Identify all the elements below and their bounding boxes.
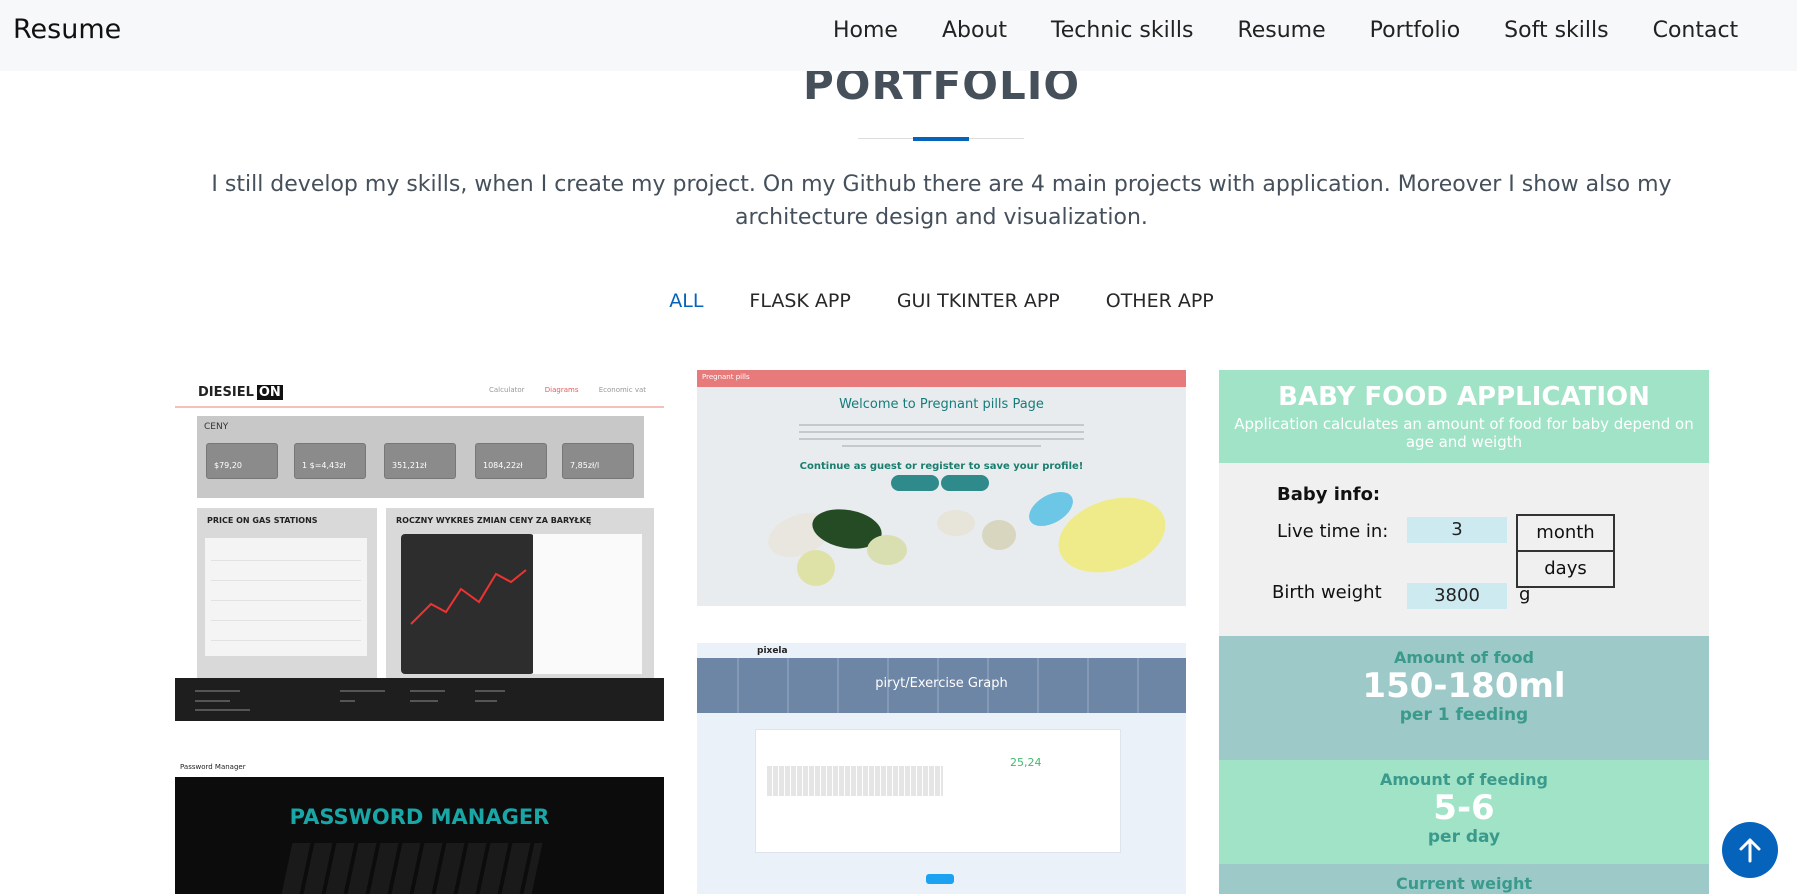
baby-food-heading: Amount of food	[1394, 648, 1534, 667]
diesel-nav-diagrams: Diagrams	[544, 386, 579, 394]
section-description: I still develop my skills, when I create…	[211, 172, 1672, 230]
pixela-logo: pixela	[757, 646, 788, 656]
baby-birth-weight-value: 3800	[1407, 583, 1507, 609]
baby-live-time-label: Live time in:	[1277, 521, 1389, 542]
baby-header: BABY FOOD APPLICATION Application calcul…	[1219, 370, 1709, 463]
pill-image	[937, 510, 975, 536]
password-manager-title: PASSWORD MANAGER	[289, 805, 550, 829]
baby-birth-weight-label: Birth weight	[1272, 582, 1382, 603]
nav-link-about[interactable]: About	[942, 18, 1007, 43]
diesel-gas-stations-panel: PRICE ON GAS STATIONS	[197, 508, 377, 678]
pregnant-guest-button	[891, 475, 939, 491]
baby-food-amount: Amount of food 150-180ml per 1 feeding	[1219, 636, 1709, 760]
diesel-graph-line	[410, 569, 527, 625]
baby-unit-days: days	[1516, 550, 1615, 588]
nav-link-home[interactable]: Home	[833, 18, 898, 43]
diesel-nav-calculator: Calculator	[488, 386, 525, 394]
nav-link-contact[interactable]: Contact	[1653, 18, 1739, 43]
baby-current-weight: Current weight	[1219, 864, 1709, 894]
diesel-nav: Calculator Diagrams Economic vat	[471, 386, 646, 394]
pill-image	[982, 520, 1016, 550]
diesel-price-tile: 1 $=4,43zł	[294, 443, 366, 479]
baby-feeding-value: 5-6	[1433, 788, 1495, 828]
pregnant-register-button	[941, 475, 989, 491]
diesel-nav-economic: Economic vat	[598, 386, 646, 394]
baby-unit-month: month	[1516, 514, 1615, 552]
baby-title: BABY FOOD APPLICATION	[1278, 382, 1650, 412]
diesel-prices-title: CENY	[204, 422, 229, 432]
filter-all[interactable]: ALL	[669, 290, 703, 312]
baby-live-time-value: 3	[1407, 517, 1507, 543]
navbar: Resume Home About Technic skills Resume …	[0, 0, 1797, 71]
diesel-footer	[175, 678, 664, 721]
pregnant-intro-text	[799, 424, 1084, 454]
main-nav: Home About Technic skills Resume Portfol…	[833, 18, 1738, 43]
baby-feeding-sub: per day	[1427, 827, 1501, 847]
pregnant-navbar: Pregnant pills	[697, 370, 1186, 387]
pregnant-welcome-title: Welcome to Pregnant pills Page	[839, 397, 1044, 412]
diesel-stations-table	[205, 538, 367, 656]
pixela-tweet-button	[926, 874, 954, 884]
pixela-graph-title: piryt/Exercise Graph	[875, 676, 1008, 691]
baby-food-value: 150-180ml	[1362, 666, 1566, 706]
portfolio-item-pixela[interactable]: pixela piryt/Exercise Graph 25,24	[697, 643, 1186, 894]
diesel-logo: DIESIEL ON	[198, 385, 283, 400]
diesel-summary-table	[533, 534, 642, 674]
pixela-graph-panel: 25,24	[755, 729, 1121, 853]
filter-gui-tkinter-app[interactable]: GUI TKINTER APP	[897, 290, 1060, 312]
keyboard-image	[281, 843, 543, 894]
filter-flask-app[interactable]: FLASK APP	[749, 290, 850, 312]
baby-info-heading: Baby info:	[1277, 484, 1381, 505]
baby-birth-weight-unit: g	[1519, 584, 1531, 605]
nav-link-soft-skills[interactable]: Soft skills	[1504, 18, 1608, 43]
pill-image	[867, 535, 907, 565]
baby-feeding-heading: Amount of feeding	[1379, 770, 1548, 789]
diesel-price-graph	[401, 534, 534, 674]
pixela-total: 25,24	[1010, 756, 1042, 769]
pill-image	[797, 550, 835, 586]
site-brand[interactable]: Resume	[13, 14, 121, 45]
nav-link-resume[interactable]: Resume	[1237, 18, 1325, 43]
diesel-gas-stations-title: PRICE ON GAS STATIONS	[207, 516, 318, 525]
baby-subtitle: Application calculates an amount of food…	[1234, 415, 1694, 451]
pregnant-subtitle: Continue as guest or register to save yo…	[799, 461, 1084, 472]
arrow-up-icon	[1739, 838, 1761, 863]
portfolio-item-password-manager[interactable]: Password Manager – □ × PASSWORD MANAGER	[175, 760, 664, 894]
back-to-top-button[interactable]	[1722, 822, 1778, 878]
pixela-heatmap	[767, 766, 943, 796]
diesel-barrel-chart-panel: ROCZNY WYKRES ZMIAN CENY ZA BARYŁKĘ	[386, 508, 654, 678]
portfolio-filters: ALL FLASK APP GUI TKINTER APP OTHER APP	[0, 290, 1797, 312]
portfolio-item-pregnant-pills[interactable]: Pregnant pills Welcome to Pregnant pills…	[697, 370, 1186, 606]
password-window-titlebar: Password Manager – □ ×	[175, 760, 664, 777]
diesel-price-tile: 7,85zł/l	[562, 443, 634, 479]
diesel-price-tile: 1084,22zł	[475, 443, 547, 479]
nav-link-portfolio[interactable]: Portfolio	[1370, 18, 1461, 43]
baby-weight-heading: Current weight	[1396, 874, 1532, 893]
diesel-header: DIESIEL ON Calculator Diagrams Economic v…	[175, 370, 664, 408]
password-window-title: Password Manager	[180, 763, 246, 771]
portfolio-item-diesel[interactable]: DIESIEL ON Calculator Diagrams Economic v…	[175, 370, 664, 721]
diesel-prices-panel: CENY $79,20 1 $=4,43zł 351,21zł 1084,22z…	[197, 416, 644, 498]
diesel-price-tile: 351,21zł	[384, 443, 456, 479]
diesel-barrel-chart-title: ROCZNY WYKRES ZMIAN CENY ZA BARYŁKĘ	[396, 516, 592, 525]
title-accent-bar	[913, 137, 969, 141]
filter-other-app[interactable]: OTHER APP	[1106, 290, 1214, 312]
portfolio-item-baby-food[interactable]: BABY FOOD APPLICATION Application calcul…	[1219, 370, 1709, 894]
baby-feeding-amount: Amount of feeding 5-6 per day	[1219, 760, 1709, 864]
baby-food-sub: per 1 feeding	[1399, 705, 1529, 725]
nav-link-technic-skills[interactable]: Technic skills	[1051, 18, 1193, 43]
diesel-price-tile: $79,20	[206, 443, 278, 479]
